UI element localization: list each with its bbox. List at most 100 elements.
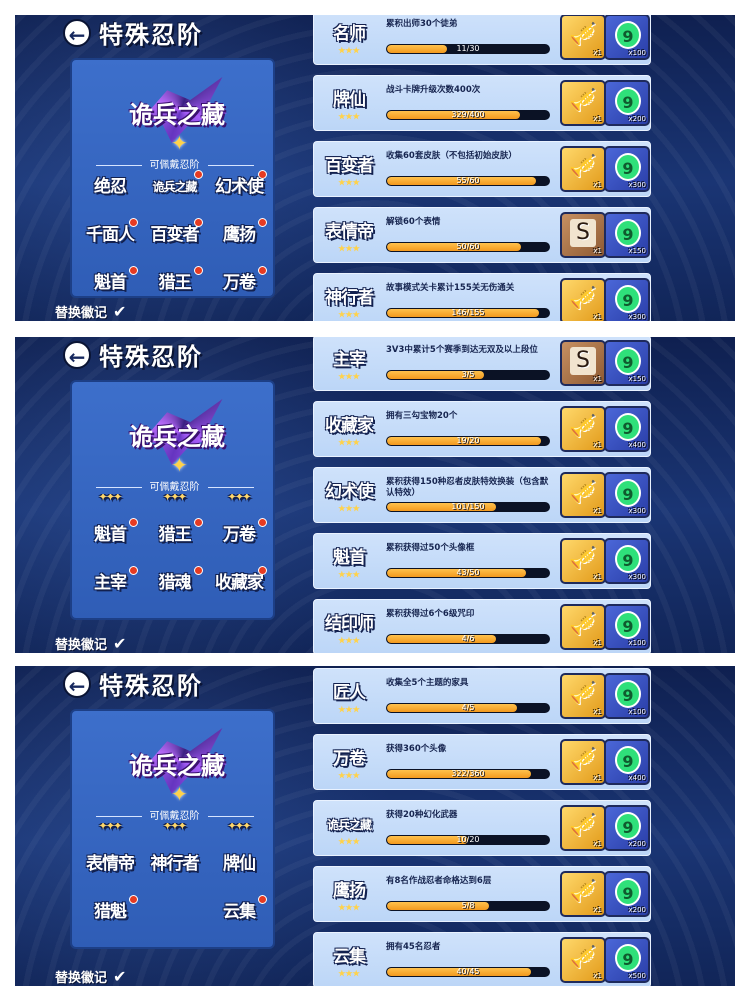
badge-row: 猎魁 云集 (82, 895, 267, 927)
badge-item[interactable]: 云集 (211, 895, 267, 927)
achievement-card[interactable]: 万卷 ★★★ 获得360个头像 322/360 🎺 x1 9 x400 (313, 734, 651, 790)
achievement-card[interactable]: 结印师 ★★★ 累积获得过6个6级咒印 4/6 🎺 x1 9 x100 (313, 599, 651, 653)
reward-item[interactable]: 9 x400 (604, 406, 650, 452)
achievement-card[interactable]: 诡兵之藏 ★★★ 获得20种幻化武器 10/20 🎺 x1 9 x200 (313, 800, 651, 856)
reward-item[interactable]: 9 x150 (604, 340, 650, 386)
reward-item[interactable]: 🎺 x1 (560, 739, 606, 785)
replace-badge-toggle[interactable]: 替换徽记 ✔ (55, 967, 129, 986)
achievement-card[interactable]: 神行者 ★★★ 故事模式关卡累计155关无伤通关 146/155 🎺 x1 9 x300 (313, 273, 651, 321)
badge-item[interactable]: 千面人 (82, 218, 138, 250)
reward-item[interactable]: Sx1 (560, 212, 606, 258)
replace-badge-toggle[interactable]: 替换徽记 ✔ (55, 634, 129, 653)
reward-item[interactable]: 🎺 x1 (560, 805, 606, 851)
badge-item[interactable]: 万卷 (211, 518, 267, 550)
badge-item[interactable]: 鹰扬 (211, 218, 267, 250)
badge-item[interactable]: 绝忍 (82, 172, 138, 202)
achievement-card[interactable]: 百变者 ★★★ 收集60套皮肤（不包括初始皮肤） 55/60 🎺 x1 9 x300 (313, 141, 651, 197)
reward-item[interactable]: 🎺 x1 (560, 472, 606, 518)
achievement-description: 累积获得过50个头像框 (386, 543, 475, 553)
reward-item[interactable]: 9 x300 (604, 146, 650, 192)
achievement-card[interactable]: 魁首 ★★★ 累积获得过50个头像框 43/50 🎺 x1 9 x300 (313, 533, 651, 589)
reward-item[interactable]: Sx1 (560, 340, 606, 386)
reward-item[interactable]: 🎺 x1 (560, 80, 606, 126)
reward-item[interactable]: 9 x400 (604, 739, 650, 785)
reward-count: x1 (593, 840, 602, 848)
badge-item[interactable]: 猎王 (147, 266, 203, 296)
reward-item[interactable]: 🎺 x1 (560, 15, 606, 60)
badge-item[interactable]: ✦✦✦ (147, 494, 203, 506)
badge-showcase: 诡兵之藏 ✦ 可佩戴忍阶 ✦✦✦ ✦✦✦ ✦✦✦ 表情帝 神行者 牌仙 猎魁 云集 (70, 709, 275, 949)
reward-item[interactable]: 9 x100 (604, 673, 650, 719)
reward-item[interactable]: 9 x100 (604, 604, 650, 650)
badge-item[interactable]: 猎王 (147, 518, 203, 550)
badge-item-label: 主宰 (94, 573, 127, 593)
reward-item[interactable]: 🎺 x1 (560, 673, 606, 719)
achievement-card[interactable]: 匠人 ★★★ 收集全5个主题的家具 4/5 🎺 x1 9 x100 (313, 668, 651, 724)
checkmark-icon[interactable]: ✔ (113, 968, 129, 985)
reward-item[interactable]: 9 x150 (604, 212, 650, 258)
achievement-card[interactable]: 表情帝 ★★★ 解锁60个表情 50/60 Sx1 9 x150 (313, 207, 651, 263)
reward-item[interactable]: 9 x100 (604, 15, 650, 60)
back-arrow-icon[interactable]: ← (63, 18, 91, 47)
back-arrow-icon[interactable]: ← (63, 340, 91, 369)
reward-count: x150 (628, 375, 646, 383)
badge-item[interactable]: 神行者 (147, 849, 203, 879)
reward-item[interactable]: 🎺 x1 (560, 604, 606, 650)
achievement-card[interactable]: 幻术使 ★★★ 累积获得150种忍者皮肤特效换装（包含默认特效） 101/150 🎺 x1… (313, 467, 651, 523)
reward-item[interactable]: 9 x200 (604, 80, 650, 126)
achievement-card[interactable]: 云集 ★★★ 拥有45名忍者 40/45 🎺 x1 9 x500 (313, 932, 651, 986)
badge-item[interactable]: 百变者 (147, 218, 203, 250)
reward-item[interactable]: 9 x200 (604, 871, 650, 917)
badge-item[interactable]: 万卷 (211, 266, 267, 296)
badge-item[interactable]: 魁首 (82, 266, 138, 296)
reward-count: x300 (628, 313, 646, 321)
badge-item[interactable]: 牌仙 (211, 849, 267, 879)
reward-item[interactable]: 9 x300 (604, 472, 650, 518)
badge-item[interactable]: ✦✦✦ (82, 494, 138, 506)
badge-item[interactable]: 诡兵之藏 (147, 170, 203, 202)
achievement-badge-text: 神行者 (325, 288, 374, 308)
reward-item[interactable]: 9 x500 (604, 937, 650, 983)
reward-count: x300 (628, 507, 646, 515)
back-arrow-icon[interactable]: ← (63, 669, 91, 698)
red-dot-indicator (193, 266, 203, 275)
progress-bar: 3/5 (386, 370, 550, 380)
reward-item[interactable]: 9 x200 (604, 805, 650, 851)
checkmark-icon[interactable]: ✔ (113, 303, 129, 320)
badge-item[interactable]: 收藏家 (211, 566, 267, 598)
reward-item[interactable]: 🎺 x1 (560, 278, 606, 321)
badge-item[interactable]: 猎魂 (147, 566, 203, 598)
achievement-description: 获得20种幻化武器 (386, 810, 458, 820)
progress-bar: 19/20 (386, 436, 550, 446)
checkmark-icon[interactable]: ✔ (113, 635, 129, 652)
achievement-card[interactable]: 名师 ★★★ 累积出师30个徒弟 11/30 🎺 x1 9 x100 (313, 15, 651, 65)
reward-item[interactable]: 🎺 x1 (560, 538, 606, 584)
badge-item[interactable]: 主宰 (82, 566, 138, 598)
badge-row: ✦✦✦ ✦✦✦ ✦✦✦ (82, 494, 267, 506)
achievement-screen: ← 特殊忍阶 诡兵之藏 ✦ 可佩戴忍阶 ✦✦✦ ✦✦✦ ✦✦✦ 魁首 猎王 万卷 主宰 猎魂 收藏家 替换徽… (15, 337, 735, 653)
achievement-card[interactable]: 收藏家 ★★★ 拥有三勾宝物20个 19/20 🎺 x1 9 x400 (313, 401, 651, 457)
achievement-card[interactable]: 主宰 ★★★ 3V3中累计5个赛季到达无双及以上段位 3/5 Sx1 9 x150 (313, 337, 651, 391)
reward-item[interactable]: 🎺 x1 (560, 146, 606, 192)
reward-item[interactable]: 9 x300 (604, 538, 650, 584)
reward-item[interactable]: 9 x300 (604, 278, 650, 321)
horn-icon: 🎺 (569, 813, 597, 838)
achievement-card[interactable]: 牌仙 ★★★ 战斗卡牌升级次数400次 329/400 🎺 x1 9 x200 (313, 75, 651, 131)
reward-item[interactable]: 🎺 x1 (560, 406, 606, 452)
replace-badge-toggle[interactable]: 替换徽记 ✔ (55, 302, 129, 321)
badge-item[interactable]: ✦✦✦ (82, 823, 138, 835)
badge-item[interactable]: ✦✦✦ (211, 494, 267, 506)
badge-item[interactable]: 魁首 (82, 518, 138, 550)
reward-item[interactable]: 🎺 x1 (560, 937, 606, 983)
badge-item[interactable]: 猎魁 (82, 895, 138, 927)
achievement-list: 匠人 ★★★ 收集全5个主题的家具 4/5 🎺 x1 9 x100 万卷 ★★★ 获得360个头像 3… (313, 668, 651, 986)
achievement-description: 解锁60个表情 (386, 217, 441, 227)
badge-item[interactable]: 表情帝 (82, 849, 138, 879)
badge-item[interactable]: 幻术使 (211, 170, 267, 202)
badge-item[interactable]: ✦✦✦ (147, 823, 203, 835)
achievement-card[interactable]: 鹰扬 ★★★ 有8名作战忍者命格达到6层 5/8 🎺 x1 9 x200 (313, 866, 651, 922)
badge-item[interactable]: ✦✦✦ (211, 823, 267, 835)
jade-coin-icon: 9 (615, 87, 641, 115)
progress-text: 329/400 (451, 110, 485, 119)
reward-item[interactable]: 🎺 x1 (560, 871, 606, 917)
